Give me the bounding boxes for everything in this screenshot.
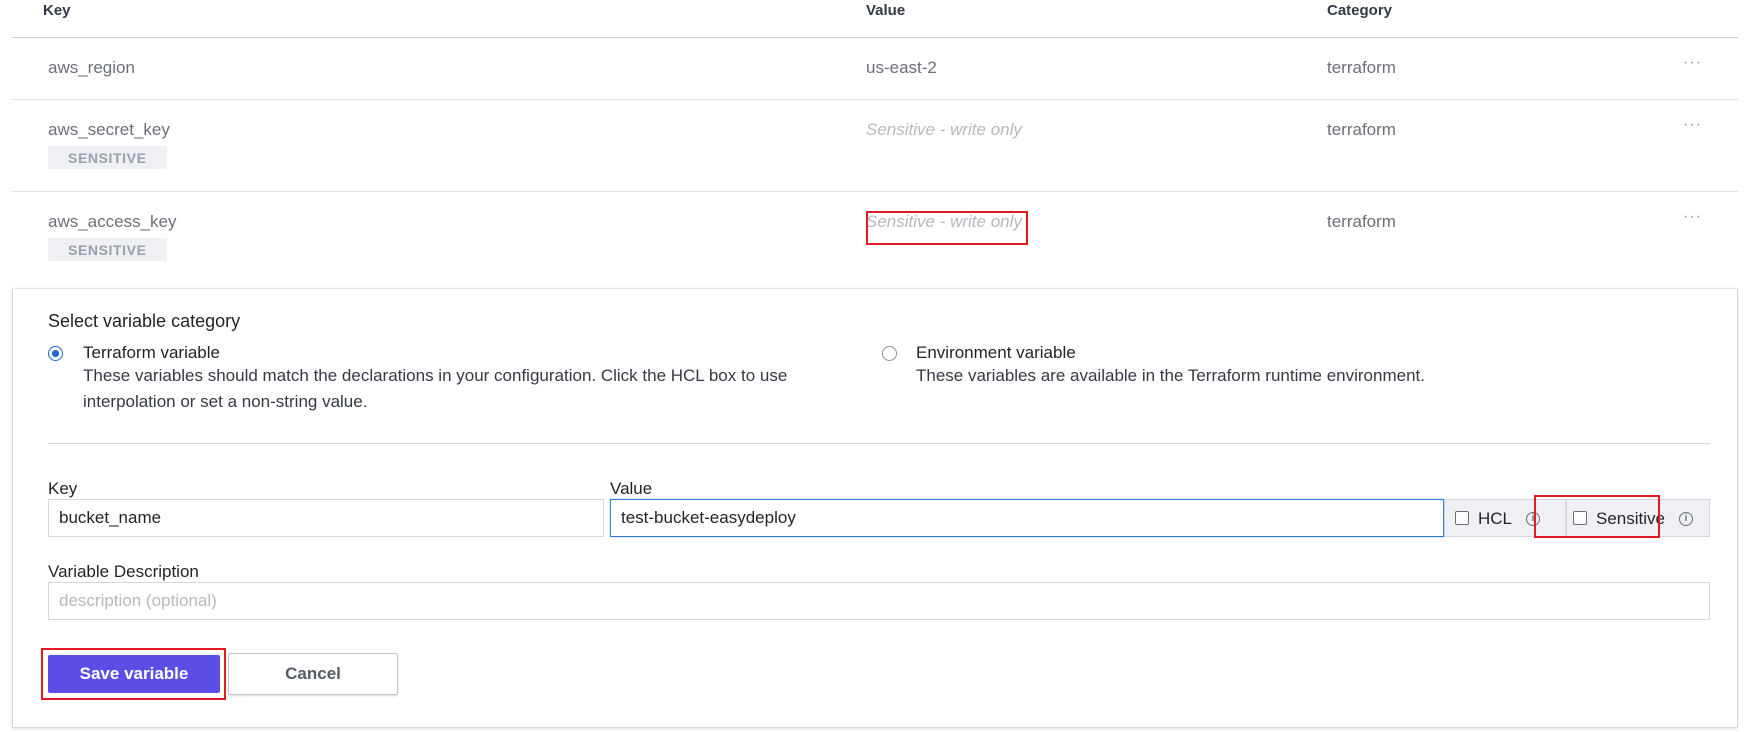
section-title: Select variable category	[48, 311, 241, 331]
option-desc-environment: These variables are available in the Ter…	[916, 366, 1425, 385]
description-label: Variable Description	[48, 562, 199, 581]
hcl-checkbox[interactable]	[1455, 511, 1469, 525]
more-options-icon[interactable]: ···	[1683, 54, 1702, 72]
highlight-box-save	[41, 648, 226, 700]
divider	[48, 443, 1710, 444]
column-header-category: Category	[1327, 2, 1393, 19]
more-options-icon[interactable]: ···	[1683, 116, 1702, 134]
cancel-button[interactable]: Cancel	[228, 653, 398, 695]
variable-key: aws_access_key	[48, 212, 177, 231]
sensitive-badge: SENSITIVE	[48, 146, 167, 169]
variable-category: terraform	[1327, 212, 1396, 231]
table-row: aws_secret_key SENSITIVE Sensitive - wri…	[12, 100, 1738, 192]
radio-environment-variable[interactable]	[882, 346, 897, 361]
hcl-label: HCL	[1478, 509, 1513, 528]
highlight-box-sensitive	[1534, 495, 1660, 538]
option-title-environment: Environment variable	[916, 343, 1076, 362]
table-header: Key Value Category	[12, 0, 1738, 38]
more-options-icon[interactable]: ···	[1683, 208, 1702, 226]
variable-value: Sensitive - write only	[866, 120, 1022, 139]
variable-key: aws_secret_key	[48, 120, 170, 139]
column-header-value: Value	[866, 2, 906, 19]
description-input[interactable]: description (optional)	[48, 582, 1710, 620]
value-label: Value	[610, 479, 653, 498]
sensitive-badge: SENSITIVE	[48, 238, 167, 261]
info-icon: i	[1679, 512, 1693, 526]
option-desc-terraform-line1: These variables should match the declara…	[83, 366, 788, 385]
table-row: aws_region us-east-2 terraform ···	[12, 38, 1738, 100]
key-input[interactable]: bucket_name	[48, 499, 604, 537]
variable-category: terraform	[1327, 58, 1396, 77]
radio-terraform-variable[interactable]	[48, 346, 63, 361]
variable-category: terraform	[1327, 120, 1396, 139]
option-desc-terraform-line2: interpolation or set a non-string value.	[83, 392, 368, 411]
variable-value: us-east-2	[866, 58, 937, 77]
value-input[interactable]: test-bucket-easydeploy	[610, 499, 1444, 537]
column-header-key: Key	[43, 2, 71, 19]
highlight-box-value	[866, 211, 1028, 245]
variable-key: aws_region	[48, 58, 135, 77]
option-title-terraform: Terraform variable	[83, 343, 220, 362]
key-label: Key	[48, 479, 78, 498]
